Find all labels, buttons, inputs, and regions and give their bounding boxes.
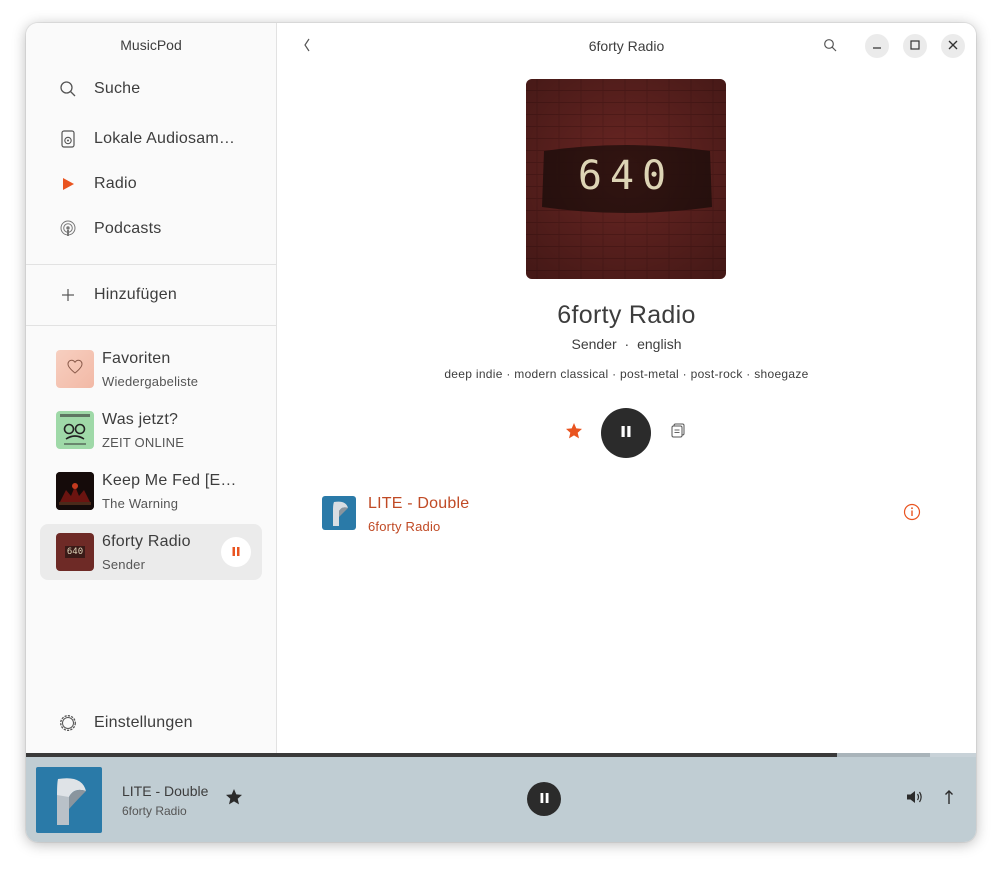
star-icon xyxy=(565,422,583,445)
station-thumbnail: 640 xyxy=(56,533,94,571)
station-pause-button[interactable] xyxy=(601,408,651,458)
add-label: Hinzufügen xyxy=(94,286,177,303)
playlist-title: Keep Me Fed [Explicit] xyxy=(102,472,242,489)
nav-item-podcasts[interactable]: Podcasts xyxy=(40,210,262,248)
playlist-subtitle: The Warning xyxy=(102,496,179,511)
nav-item-search[interactable]: Suche xyxy=(40,70,262,108)
sidebar-divider xyxy=(26,264,276,265)
playlist-subtitle: Wiedergabeliste xyxy=(102,374,199,389)
sidebar: MusicPod Suche Lokale Audiosammlung Radi… xyxy=(26,23,277,753)
station-tags: deep indie · modern classical · post-met… xyxy=(444,367,809,381)
minimize-icon xyxy=(872,37,882,55)
station-type: Sender xyxy=(571,336,617,352)
meta-separator: · xyxy=(624,336,630,352)
arrow-up-icon xyxy=(943,789,955,810)
station-meta: Sender · english xyxy=(277,336,976,352)
settings-icon xyxy=(56,711,80,735)
nav-item-radio[interactable]: Radio xyxy=(40,165,262,203)
expand-player-button[interactable] xyxy=(937,787,961,811)
favorites-thumbnail xyxy=(56,350,94,388)
nav-item-local-audio[interactable]: Lokale Audiosammlung xyxy=(40,120,262,158)
track-row[interactable]: LITE - Double 6forty Radio xyxy=(317,489,927,534)
close-icon xyxy=(948,37,958,55)
settings-button[interactable]: Einstellungen xyxy=(40,704,262,742)
player-track-subtitle: 6forty Radio xyxy=(122,804,187,818)
station-language: english xyxy=(637,336,682,352)
sidebar-divider xyxy=(26,325,276,326)
volume-button[interactable] xyxy=(903,787,927,811)
local-audio-icon xyxy=(56,127,80,151)
nav-item-label: Lokale Audiosammlung xyxy=(94,130,244,147)
sidebar-pause-button[interactable] xyxy=(221,537,251,567)
header-search-button[interactable] xyxy=(818,35,842,59)
add-button[interactable]: Hinzufügen xyxy=(40,276,262,314)
station-thumbnail-text: 640 xyxy=(64,546,86,558)
playlist-subtitle: ZEIT ONLINE xyxy=(102,435,185,450)
playlist-title: Was jetzt? xyxy=(102,411,179,428)
settings-label: Einstellungen xyxy=(94,714,193,731)
maximize-button[interactable] xyxy=(903,34,927,58)
player-favorite-button[interactable] xyxy=(222,787,246,811)
pause-icon xyxy=(232,543,240,561)
station-cover-text: 640 xyxy=(577,153,675,199)
maximize-icon xyxy=(910,37,920,55)
star-icon xyxy=(225,788,243,811)
favorite-button[interactable] xyxy=(562,421,586,445)
pause-icon xyxy=(540,790,549,808)
nav-item-label: Podcasts xyxy=(94,220,162,237)
main-content: 6forty Radio 640 6forty Radio Sender · e… xyxy=(277,23,976,753)
sidebar-item-keep-me-fed[interactable]: Keep Me Fed [Explicit] The Warning xyxy=(40,463,262,519)
podcast-icon xyxy=(56,217,80,241)
search-icon xyxy=(56,77,80,101)
player-track-title: LITE - Double xyxy=(122,783,209,799)
playlist-subtitle: Sender xyxy=(102,557,146,572)
podcast-thumbnail xyxy=(56,411,94,449)
nav-item-label: Suche xyxy=(94,80,141,97)
volume-icon xyxy=(906,789,924,810)
app-window: MusicPod Suche Lokale Audiosammlung Radi… xyxy=(26,23,976,842)
pause-icon xyxy=(621,424,631,442)
track-title: LITE - Double xyxy=(368,495,470,512)
plus-icon xyxy=(56,283,80,307)
info-icon xyxy=(903,503,921,526)
minimize-button[interactable] xyxy=(865,34,889,58)
playlist-title: 6forty Radio xyxy=(102,533,191,550)
album-thumbnail xyxy=(56,472,94,510)
player-pause-button[interactable] xyxy=(527,782,561,816)
app-title: MusicPod xyxy=(120,37,182,53)
radio-play-icon xyxy=(56,172,80,196)
heart-icon xyxy=(67,359,83,379)
sidebar-item-favorites[interactable]: Favoriten Wiedergabeliste xyxy=(40,341,262,397)
playlist-title: Favoriten xyxy=(102,350,171,367)
track-thumbnail xyxy=(322,496,356,530)
close-button[interactable] xyxy=(941,34,965,58)
sidebar-item-was-jetzt[interactable]: Was jetzt? ZEIT ONLINE xyxy=(40,402,262,458)
track-info-button[interactable] xyxy=(900,502,924,526)
player-bar: LITE - Double 6forty Radio xyxy=(26,757,976,842)
nav-item-label: Radio xyxy=(94,175,137,192)
copy-icon xyxy=(671,423,685,443)
copy-button[interactable] xyxy=(666,421,690,445)
player-artwork[interactable] xyxy=(36,767,102,833)
station-name: 6forty Radio xyxy=(557,301,696,329)
sidebar-item-6forty-radio[interactable]: 640 6forty Radio Sender xyxy=(40,524,262,580)
track-station: 6forty Radio xyxy=(368,519,441,534)
search-icon xyxy=(823,38,837,57)
station-cover: 640 xyxy=(526,79,726,279)
